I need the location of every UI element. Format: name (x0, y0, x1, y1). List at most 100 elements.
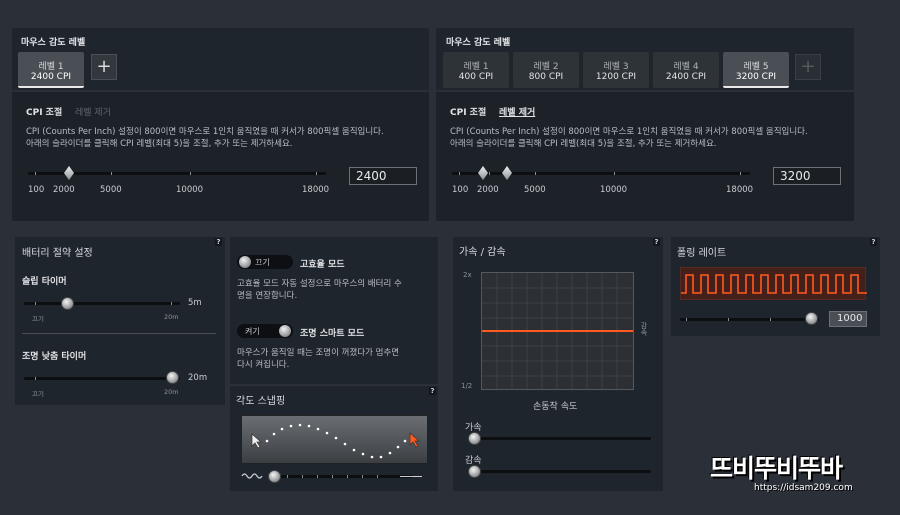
dim-timer-knob[interactable] (166, 371, 179, 384)
tick (35, 377, 36, 380)
level-tab-4[interactable]: 레벨 4 2400 CPI (653, 52, 719, 88)
tick (171, 302, 172, 305)
tick (35, 172, 36, 175)
accel-slider[interactable] (468, 437, 651, 440)
x-axis-label: 손동작 속도 (533, 402, 578, 412)
tick (302, 475, 303, 478)
sensitivity-title: 마우스 감도 레벨 (21, 38, 86, 48)
level-tab-2[interactable]: 레벨 2 800 CPI (513, 52, 579, 88)
high-efficiency-toggle[interactable]: 끄기 (237, 255, 293, 269)
tick (317, 475, 318, 478)
level-cpi: 800 CPI (528, 72, 564, 82)
tick (332, 475, 333, 478)
cpi-slider-track[interactable] (452, 172, 750, 175)
level-label: 레벨 5 (743, 62, 769, 72)
decel-knob[interactable] (468, 465, 481, 478)
cpi-description: CPI (Counts Per Inch) 설정이 800이면 마우스로 1인치… (450, 126, 850, 150)
cpi-value-input[interactable]: 2400 (349, 167, 417, 185)
straight-line-icon (400, 476, 422, 477)
level-cpi: 2400 CPI (665, 72, 707, 82)
cpi-description: CPI (Counts Per Inch) 설정이 800이면 마우스로 1인치… (26, 126, 426, 150)
sleep-timer-value: 5m (188, 298, 202, 308)
polling-value[interactable]: 1000 (829, 311, 867, 327)
help-icon[interactable]: ? (653, 238, 660, 246)
tick (287, 475, 288, 478)
sleep-timer-label: 슬립 타이머 (22, 277, 67, 287)
tick (614, 172, 615, 175)
level-tab-1[interactable]: 레벨 1 2400 CPI (18, 52, 84, 88)
help-icon[interactable]: ? (870, 238, 877, 246)
tick-label: 2000 (477, 185, 499, 195)
toggle-label: 켜기 (245, 327, 260, 336)
sensitivity-title: 마우스 감도 레벨 (446, 38, 511, 48)
y-axis-bottom-label: 1/2 (461, 382, 473, 390)
min-label: 끄기 (32, 315, 44, 323)
watermark-brand: 뜨비뚜비뚜바 (710, 454, 843, 483)
level-label: 레벨 3 (603, 62, 629, 72)
tick (35, 302, 36, 305)
polling-knob[interactable] (805, 312, 818, 325)
help-icon[interactable]: ? (215, 238, 222, 246)
tick-label: 18000 (726, 185, 754, 195)
accel-grid-svg (482, 273, 633, 389)
tick (377, 475, 378, 478)
level-tab-5[interactable]: 레벨 5 3200 CPI (723, 52, 789, 88)
tab-remove-level[interactable]: 레벨 제거 (75, 105, 111, 118)
tick (489, 172, 490, 175)
tick-label: 10000 (600, 185, 628, 195)
snapping-curve-svg (251, 423, 420, 459)
level-label: 레벨 4 (673, 62, 699, 72)
polling-waveform (680, 267, 867, 300)
desc-line: 마우스가 움직일 때는 조명이 꺼졌다가 멈추면 (237, 348, 400, 358)
angle-snapping-title: 각도 스냅핑 (236, 396, 286, 407)
tick (459, 172, 460, 175)
dim-timer-slider[interactable] (24, 377, 180, 380)
max-label: 20m (164, 313, 179, 321)
tick (347, 475, 348, 478)
level-label: 레벨 1 (38, 62, 64, 72)
polling-slider[interactable] (680, 318, 819, 321)
level-cpi: 3200 CPI (735, 72, 777, 82)
add-level-button[interactable]: + (91, 54, 117, 80)
tick (362, 475, 363, 478)
tick (686, 318, 687, 321)
angle-snapping-knob[interactable] (268, 470, 281, 483)
right-axis-label: 감속 (640, 322, 648, 336)
smart-light-label: 조명 스마트 모드 (300, 329, 365, 339)
min-label: 끄기 (32, 390, 44, 398)
sleep-timer-slider[interactable] (24, 302, 180, 305)
dim-timer-value: 20m (188, 373, 208, 383)
desc-line: CPI (Counts Per Inch) 설정이 800이면 마우스로 1인치… (26, 127, 384, 137)
level-tab-1[interactable]: 레벨 1 400 CPI (443, 52, 509, 88)
tab-remove-level[interactable]: 레벨 제거 (499, 105, 535, 118)
level-cpi: 1200 CPI (595, 72, 637, 82)
high-efficiency-label: 고효율 모드 (300, 260, 345, 270)
desc-line: 아래의 슬라이더를 클릭해 CPI 레벨(최대 5)을 조절, 추가 또는 제거… (450, 139, 717, 149)
sleep-timer-knob[interactable] (61, 297, 74, 310)
tick-label: 5000 (100, 185, 122, 195)
tab-cpi-adjust[interactable]: CPI 조절 (26, 105, 62, 118)
smart-light-desc: 마우스가 움직일 때는 조명이 꺼졌다가 멈추면 다시 켜집니다. (237, 347, 437, 371)
angle-snapping-slider[interactable] (268, 475, 413, 478)
level-tab-3[interactable]: 레벨 3 1200 CPI (583, 52, 649, 88)
tick-label: 18000 (302, 185, 330, 195)
level-label: 레벨 2 (533, 62, 559, 72)
watermark-url: https://idsam209.com (754, 483, 853, 493)
tick (740, 172, 741, 175)
accel-title: 가속 / 감속 (459, 247, 506, 258)
cpi-value-input[interactable]: 3200 (773, 167, 841, 185)
smart-light-toggle[interactable]: 켜기 (237, 324, 293, 338)
toggle-label: 끄기 (255, 258, 270, 267)
decel-slider[interactable] (468, 470, 651, 473)
accel-graph[interactable] (481, 272, 634, 390)
help-icon[interactable]: ? (429, 387, 436, 395)
tick (316, 172, 317, 175)
desc-line: 명을 연장합니다. (237, 291, 298, 301)
max-label: 20m (164, 388, 179, 396)
tab-cpi-adjust[interactable]: CPI 조절 (450, 105, 486, 118)
add-level-button[interactable]: + (795, 54, 821, 80)
toggle-knob (239, 256, 251, 268)
y-axis-top-label: 2x (463, 271, 472, 279)
wave-icon (241, 472, 263, 483)
accel-knob[interactable] (468, 432, 481, 445)
